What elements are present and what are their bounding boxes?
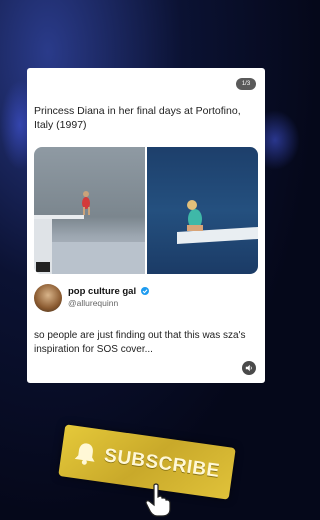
verified-badge-icon xyxy=(140,287,149,295)
photo-boat-dive-board[interactable] xyxy=(34,147,145,274)
bell-icon xyxy=(74,443,95,465)
user-handle[interactable]: @allurequinn xyxy=(68,298,118,308)
display-name[interactable]: pop culture gal xyxy=(68,286,149,297)
boat-scene-image xyxy=(34,191,145,274)
photo-diving-board-sea[interactable] xyxy=(147,147,258,274)
speaker-icon xyxy=(245,364,252,372)
mute-button[interactable] xyxy=(242,361,256,375)
photo-pair[interactable] xyxy=(34,147,259,274)
slide-counter: 1/3 xyxy=(236,78,256,90)
post-card[interactable]: 1/3 Princess Diana in her final days at … xyxy=(27,68,265,383)
display-name-text: pop culture gal xyxy=(68,286,137,297)
sea-scene-image xyxy=(177,200,258,244)
hand-pointer-icon xyxy=(145,483,171,517)
post-caption: Princess Diana in her final days at Port… xyxy=(34,105,241,131)
subscribe-label: SUBSCRIBE xyxy=(102,445,222,483)
tweet-text: so people are just finding out that this… xyxy=(34,330,246,355)
avatar[interactable] xyxy=(34,284,62,312)
